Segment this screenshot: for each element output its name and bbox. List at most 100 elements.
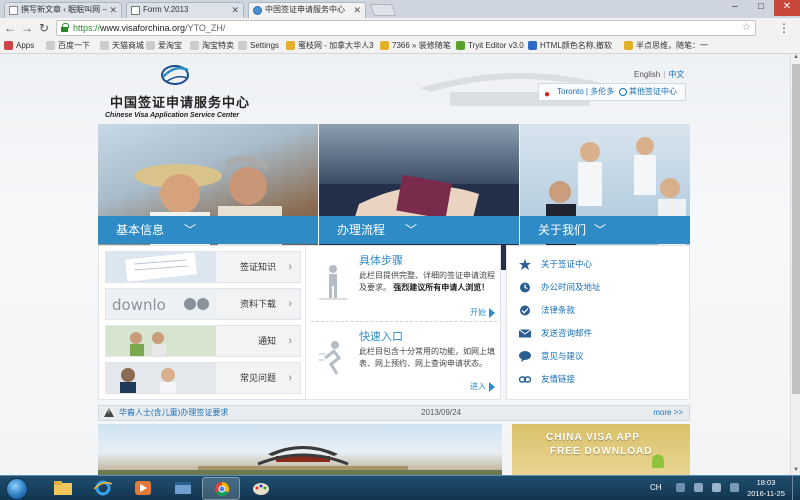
network-icon[interactable] [694,483,703,492]
maximize-button[interactable]: □ [748,0,774,16]
about-link-legal[interactable]: 法律条款 [519,302,575,318]
browser-tab[interactable]: 撰写新文章 ‹ 眠眠叫网 – ✕ [4,2,122,18]
browser-toolbar: ← → ↻ https://www.visaforchina.org/YTO_Z… [0,18,800,38]
bookmark-star-icon[interactable]: ☆ [742,21,751,35]
bookmark-item[interactable]: 天猫商城 [100,38,144,53]
input-language-indicator[interactable]: CH [650,483,662,492]
minimize-button[interactable]: – [722,0,748,16]
bookmark-item[interactable]: 百度一下 [46,38,90,53]
tab-process[interactable]: 办理流程 ﹀ [319,216,519,244]
page-icon [238,41,247,50]
taskbar-paint-button[interactable] [242,477,280,500]
about-link-email[interactable]: 发送咨询邮件 [519,325,592,341]
browser-tab[interactable]: Form V.2013 ✕ [126,2,244,18]
chat-icon [519,351,531,362]
list-item-notices[interactable]: 通知 › [105,325,301,357]
about-link-center[interactable]: 关于签证中心 [519,256,592,272]
show-desktop-button[interactable] [792,476,800,500]
close-tab-icon[interactable]: ✕ [353,3,361,17]
taskbar-media-button[interactable] [124,477,162,500]
reload-icon[interactable]: ↻ [36,20,52,36]
address-bar[interactable]: https://www.visaforchina.org/YTO_ZH/ ☆ [56,20,756,36]
list-item-label: 常见问题 [239,373,276,383]
visa-form-thumbnail [106,252,216,282]
volume-icon[interactable] [712,483,721,492]
android-icon [652,454,664,468]
visa-center-favicon-icon [253,6,262,15]
process-title[interactable]: 快速入口 [359,328,403,344]
bookmark-item[interactable]: 蜜枝网 - 加拿大华人3 [286,38,374,53]
about-link-friends[interactable]: 友情链接 [519,371,575,387]
link-icon [519,376,531,383]
url-path: /YTO_ZH/ [185,23,226,33]
bookmark-item[interactable]: HTML颜色名称,撤软 [528,38,612,53]
more-link[interactable]: more >> [653,406,683,420]
new-tab-button[interactable] [369,4,397,16]
clock-time: 18:03 [756,478,776,487]
tab-about-us[interactable]: 关于我们 ﹀ [520,216,690,244]
chevron-down-icon: ﹀ [594,223,607,237]
about-link-hours[interactable]: 办公时间及地址 [519,279,601,295]
list-item-faq[interactable]: 常见问题 › [105,362,301,394]
chevron-right-icon: › [288,335,292,347]
bookmark-item[interactable]: 淘宝特卖 [190,38,234,53]
notice-bar: 华裔人士(含儿童)办理签证要求 2013/09/24 more >> [98,405,690,421]
current-city-link[interactable]: Toronto | 多伦多 [557,84,614,100]
bookmark-item[interactable]: 7366 » 装修随笔 [380,38,451,53]
browser-tab-active[interactable]: 中国签证申请服务中心 ✕ [248,2,366,18]
process-description: 此栏目提供完整、详细的签证申请流程及要求。 强烈建议所有申请人浏览！ [359,271,495,292]
close-tab-icon[interactable]: ✕ [231,3,239,17]
bookmark-item[interactable]: 爱淘宝 [146,38,182,53]
tab-label: 办理流程 [337,223,386,237]
notice-thumbnail [106,326,216,356]
forbidden-city-image [98,446,502,475]
other-centers-link[interactable]: 其他签证中心 [629,84,677,100]
forbidden-city-banner[interactable] [98,424,502,475]
tab-label: 关于我们 [538,223,587,237]
site-icon [456,41,465,50]
list-item-downloads[interactable]: downlo 资料下载 › [105,288,301,320]
mail-icon [519,329,531,338]
process-steps-block[interactable]: 具体步骤 此栏目提供完整、详细的签证申请流程及要求。 强烈建议所有申请人浏览！ … [311,250,497,322]
lang-english-link[interactable]: English [634,70,660,79]
forward-icon[interactable]: → [19,20,35,36]
quick-access-block[interactable]: 快速入口 此栏目包含十分常用的功能，如网上填表、网上预约、网上查询申请状态。 进… [311,326,497,398]
start-button[interactable] [6,478,28,500]
bookmark-item[interactable]: Settings [238,38,279,53]
page-icon [46,41,55,50]
list-item-visa-knowledge[interactable]: 签证知识 › [105,251,301,283]
bookmark-item[interactable]: Tryit Editor v3.0 [456,38,524,53]
taskbar-app-button[interactable] [164,477,202,500]
lang-chinese-link[interactable]: 中文 [668,70,684,79]
bookmark-item[interactable]: 半点思维，随笔：一 [624,38,708,53]
bookmark-item[interactable]: Apps [4,38,34,53]
enter-button[interactable]: 进入 [470,381,495,392]
scroll-down-icon[interactable]: ▼ [791,467,800,475]
scroll-up-icon[interactable]: ▲ [791,54,800,62]
notice-link[interactable]: 华裔人士(含儿童)办理签证要求 [119,406,228,420]
taskbar-ie-button[interactable] [84,477,122,500]
taskbar-explorer-button[interactable] [44,477,82,500]
close-tab-icon[interactable]: ✕ [109,3,117,17]
scrollbar-thumb[interactable] [792,64,800,394]
notice-date: 2013/09/24 [421,408,462,417]
folder-icon [54,481,72,495]
tray-icon[interactable] [676,483,685,492]
menu-icon[interactable]: ⋮ [776,20,792,36]
site-icon [286,41,295,50]
close-window-button[interactable]: ✕ [774,0,800,16]
tray-icon[interactable] [730,483,739,492]
about-link-feedback[interactable]: 意见与建议 [519,348,584,364]
start-button[interactable]: 开始 [470,307,495,318]
back-icon[interactable]: ← [2,20,18,36]
system-clock[interactable]: 18:03 2016-11-25 [746,477,786,499]
site-logo[interactable]: 中国签证申请服务中心 Chinese Visa Application Serv… [105,62,275,122]
tab-basic-info[interactable]: 基本信息 ﹀ [98,216,318,244]
app-download-banner[interactable]: CHINA VISA APP FREE DOWNLOAD [512,424,690,475]
tab-title: 中国签证申请服务中心 [265,5,345,14]
taskbar-chrome-button[interactable] [202,477,240,500]
page-scrollbar[interactable]: ▲ ▼ [790,54,800,475]
logo-english-text: Chinese Visa Application Service Center [105,112,240,119]
process-title[interactable]: 具体步骤 [359,252,403,268]
site-icon [624,41,633,50]
